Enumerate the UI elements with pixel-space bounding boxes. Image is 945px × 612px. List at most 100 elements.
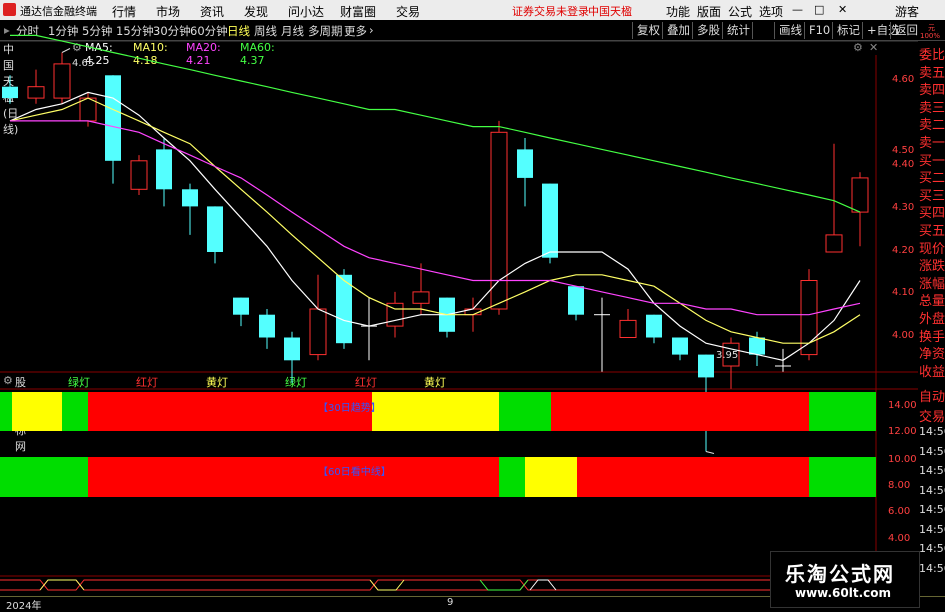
candle-body (156, 149, 172, 190)
signal-band-30 (551, 392, 809, 431)
price-tick: 4.40 (892, 159, 915, 170)
side-panel-item[interactable]: 委比 (919, 44, 945, 63)
side-panel-item[interactable]: 卖一 (919, 132, 945, 151)
signal-band-60 (88, 457, 499, 497)
candle-body (672, 337, 688, 355)
panel-top-mark: 元 (928, 24, 935, 32)
indicator-tick: 10.00 (888, 454, 917, 465)
low-price-label: 3.95 (716, 350, 739, 361)
indicator-tick: 14.00 (888, 400, 917, 411)
side-panel-item[interactable]: 买一 (919, 150, 945, 169)
candle-body (412, 291, 430, 304)
month-label: 9 (447, 597, 454, 608)
side-panel-item[interactable]: 买五 (919, 220, 945, 239)
side-panel-item[interactable]: 收益 (919, 361, 945, 380)
side-panel-item[interactable]: 自动 (919, 386, 945, 405)
candle-body (259, 314, 275, 338)
price-tick: 4.30 (892, 202, 915, 213)
signal-band-30 (372, 392, 499, 431)
side-panel-item[interactable]: 14:56 (919, 484, 945, 497)
candle-body (542, 183, 558, 258)
side-panel-item[interactable]: 总量 (919, 290, 945, 309)
candle-body (309, 308, 327, 356)
side-panel-item[interactable]: 涨跌 (919, 255, 945, 274)
side-panel-item[interactable]: 14:56 (919, 523, 945, 536)
band-30day-label: 【30日趋势】 (318, 403, 381, 414)
price-tick: 4.20 (892, 245, 915, 256)
watermark-url: www.60lt.com (795, 586, 892, 600)
candle-body (182, 189, 198, 207)
candle-body (646, 314, 662, 338)
candle-body (698, 354, 714, 378)
chart-canvas[interactable] (0, 0, 945, 609)
candle-body (27, 86, 45, 99)
signal-line-white (529, 579, 557, 591)
side-panel-item[interactable]: 涨幅 (919, 273, 945, 292)
side-panel-item[interactable]: 14:56 (919, 562, 945, 575)
candle-body (825, 234, 843, 253)
side-panel-item[interactable]: 买三 (919, 185, 945, 204)
signal-band-60 (525, 457, 577, 497)
signal-line-yellow-2 (369, 579, 405, 591)
signal-band-30 (809, 392, 876, 431)
candle-body (207, 206, 223, 252)
side-panel-item[interactable]: 交易 (919, 406, 945, 425)
price-tick: 4.00 (892, 330, 915, 341)
signal-band-60 (499, 457, 525, 497)
side-panel-item[interactable]: 14:56 (919, 464, 945, 477)
price-tick: 4.60 (892, 74, 915, 85)
price-tick: 4.50 (892, 145, 915, 156)
side-panel-item[interactable]: 现价 (919, 238, 945, 257)
signal-band-30 (0, 392, 12, 431)
side-panel-item[interactable]: 卖二 (919, 114, 945, 133)
panel-top-percent: 100% (920, 32, 941, 40)
candle-body (105, 75, 121, 161)
side-panel-item[interactable]: 卖四 (919, 79, 945, 98)
side-panel-item[interactable]: 14:56 (919, 445, 945, 458)
signal-band-60 (0, 457, 88, 497)
watermark: 乐淘公式网 www.60lt.com (770, 551, 920, 608)
candle-body (79, 97, 97, 122)
candle-body (2, 86, 18, 99)
signal-line-red-2 (0, 579, 876, 591)
signal-band-30 (12, 392, 62, 431)
candle-body (517, 149, 533, 178)
ma10-line (9, 97, 861, 344)
band-60day-label: 【60日看中线】 (318, 467, 391, 478)
candle-body (233, 297, 249, 315)
side-panel-item[interactable]: 外盘 (919, 308, 945, 327)
signal-band-60 (809, 457, 876, 497)
side-panel-item[interactable]: 14:56 (919, 425, 945, 438)
candle-body (53, 63, 71, 99)
signal-line-red (0, 579, 876, 591)
side-panel-item[interactable]: 卖五 (919, 62, 945, 81)
candle-body (490, 131, 508, 310)
candle-body (284, 337, 300, 361)
year-label: 2024年 (6, 601, 42, 612)
candle-body (851, 177, 869, 213)
candle-body (749, 337, 765, 355)
side-panel-item[interactable]: 换手 (919, 326, 945, 345)
side-panel-item[interactable]: 买二 (919, 167, 945, 186)
candle-body (568, 286, 584, 315)
signal-band-60 (577, 457, 809, 497)
low-marker (705, 451, 715, 454)
high-price-label: 4.65 (72, 58, 95, 69)
indicator-tick: 12.00 (888, 426, 917, 437)
watermark-title: 乐淘公式网 (785, 562, 895, 586)
candle-body (619, 319, 637, 338)
high-marker (61, 48, 71, 53)
side-panel-item[interactable]: 卖三 (919, 97, 945, 116)
ma20-line (10, 120, 861, 316)
side-panel-item[interactable]: 买四 (919, 202, 945, 221)
indicator-tick: 6.00 (888, 506, 911, 517)
side-panel-item[interactable]: 14:56 (919, 503, 945, 516)
signal-band-30 (499, 392, 551, 431)
price-tick: 4.10 (892, 287, 915, 298)
candle-body (130, 160, 148, 190)
candle-body (336, 274, 352, 344)
indicator-tick: 4.00 (888, 533, 911, 544)
side-panel-item[interactable]: 14:56 (919, 542, 945, 555)
signal-band-30 (62, 392, 88, 431)
side-panel-item[interactable]: 净资 (919, 343, 945, 362)
